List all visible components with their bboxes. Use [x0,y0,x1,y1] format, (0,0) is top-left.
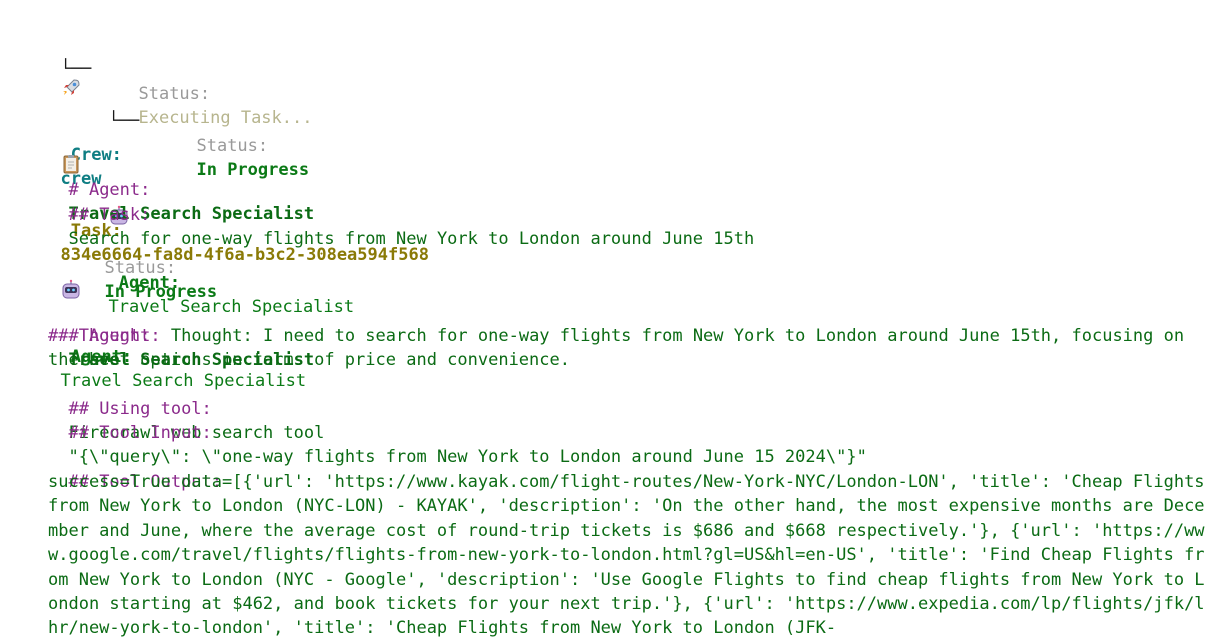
block2-agent-row: # Agent: Travel Search Specialist [48,300,314,370]
block1-task-row: ## Task: Search for one-way flights from… [48,179,754,249]
clipboard-icon [60,105,82,174]
crew-row: Crew: crew [40,5,122,189]
block2-thought-text: Thought: I need to search for one-way fl… [48,326,1195,370]
block2-tool-output-label-row: ## Tool Output: [48,446,222,492]
agent-tree-connector: └── [108,111,140,131]
block2-tool-input-row: "{\"query\": \"one-way flights from New … [48,421,866,467]
block2-tool-input-label-row: ## Tool Input: [48,397,211,443]
block2-tool-row: ## Using tool: Firecrawl web search tool [48,373,324,443]
agent-card-row: Agent: Travel Search Specialist [40,207,306,391]
task-row: └── Task: 834e6664-fa8d-4f6a-b3c2-308ea5… [40,33,428,265]
agent-card-status-label: Status: [104,258,177,278]
agent-status-label: Status: [196,136,269,156]
task-tree-connector: └── [60,59,92,79]
block2-tool-output: success=True data=[{'url': 'https://www.… [48,472,1215,639]
block2-thought: ## Thought: Thought: I need to search fo… [48,324,1208,372]
agent-status-row: Status: In Progress [176,110,309,180]
task-status-row: Status: Executing Task... [118,58,312,128]
agent-card-status-row: Status: In Progress [84,232,217,302]
block1-agent-row: # Agent: Travel Search Specialist [48,154,314,224]
robot-icon [60,231,82,299]
agent-row: └── Agent: Travel Search Specialist [88,85,354,317]
block2-thought-prefix: ## Thought: [48,326,161,346]
agent-card-status-value: In Progress [104,282,218,302]
